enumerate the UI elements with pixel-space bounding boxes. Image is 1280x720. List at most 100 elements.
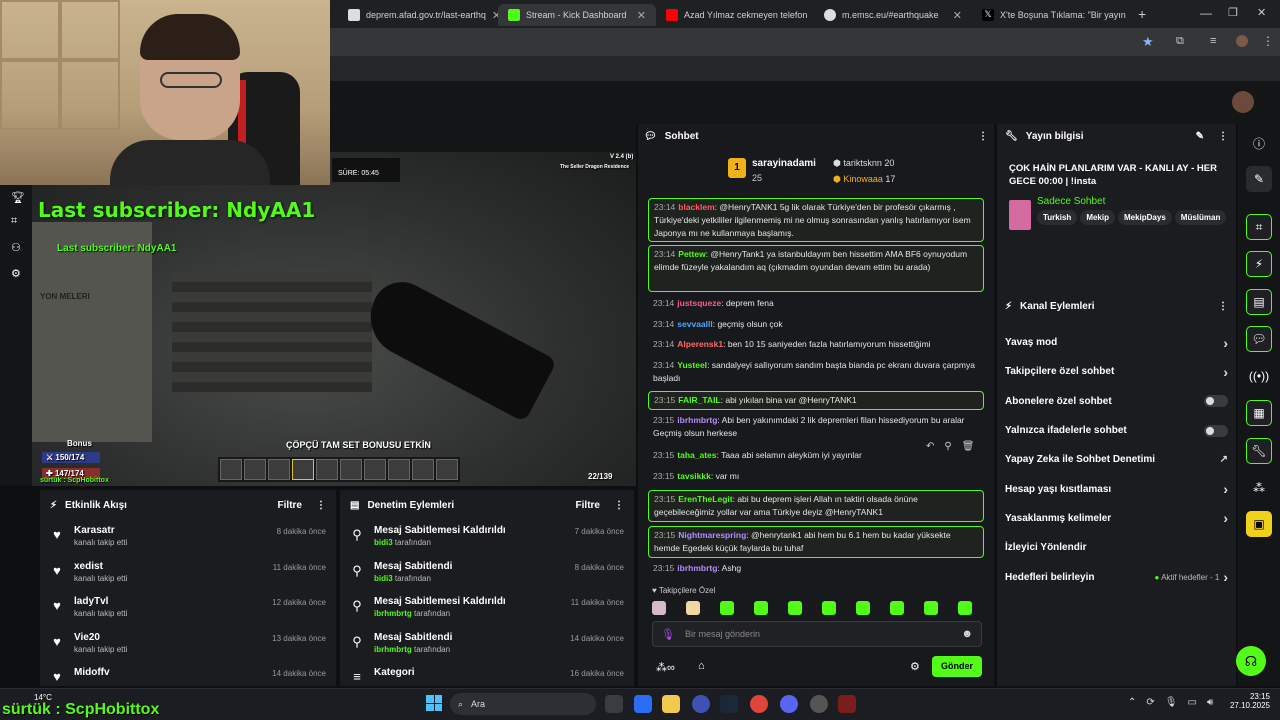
tag[interactable]: Mekip [1080,210,1115,225]
more-icon[interactable]: ⋮ [1218,131,1228,142]
list-item[interactable]: ♥ Karasatr kanalı takip etti 8 dakika önce [40,520,336,556]
account-age-row[interactable]: Hesap yaşı kısıtlaması › [997,474,1236,503]
list-item[interactable]: ⚲ Mesaj Sabitlemesi Kaldırıldı bidi3 taraf… [340,520,634,556]
top-gifter-2[interactable]: ⬢ tariktsknn 20 [833,158,894,169]
tab-afad[interactable]: deprem.afad.gov.tr/last-earthq ✕ [338,4,498,26]
send-button[interactable]: Gönder [932,656,982,677]
tab-x[interactable]: 𝕏 X'te Boşuna Tıklama: "Bir yayın ✕ [972,4,1130,26]
list-item[interactable]: ⚲ Mesaj Sabitlemesi Kaldırıldı ibrhmbrtg t… [340,591,634,627]
mic-icon[interactable]: 🎙︎ [1165,697,1178,708]
chevron-up-icon[interactable]: ⌃ [1128,697,1136,708]
emote-icon[interactable] [754,601,768,615]
weather-widget[interactable]: 14°C [34,693,52,702]
scan-icon[interactable]: ⌗ [11,215,17,228]
game-icon[interactable] [838,695,856,713]
slow-mode-row[interactable]: Yavaş mod › [997,328,1236,357]
mic-icon[interactable]: 🎙︎ [661,628,675,641]
list-item[interactable]: ⚲ Mesaj Sabitlendi bidi3 tarafından 8 dakik… [340,556,634,592]
chat-message[interactable]: 23:15 FAIR_TAIL: abi yıkılan bina var @He… [648,391,984,410]
new-tab-icon[interactable]: + [1138,6,1146,22]
subscribers-only-toggle[interactable] [1204,395,1228,408]
emote-only-toggle[interactable] [1204,424,1228,437]
chat-message[interactable]: 23:15 Nightmarespring: @henrytank1 abi he… [648,526,984,558]
edit-icon[interactable]: ✎ [1246,166,1272,192]
chat-message[interactable]: 23:15 taha_ates: Taaa abi selamın aleyküm… [648,449,918,462]
list-item[interactable]: ⚲ Mesaj Sabitlendi ibrhmbrtg tarafından 14 … [340,627,634,663]
settings-gear-icon[interactable]: ⚙ [910,660,920,673]
emote-only-row[interactable]: Yalnızca ifadelerle sohbet [997,416,1236,445]
edit-icon[interactable]: ✎ [1196,131,1204,142]
obs-icon[interactable] [692,695,710,713]
category-thumbnail[interactable] [1009,200,1031,230]
close-icon[interactable]: ✕ [637,9,646,22]
settings-gear-icon[interactable]: ⚙ [11,267,21,280]
media-icon[interactable]: ≡ [1210,35,1216,47]
list-item[interactable]: ♥ Vie20 kanalı takip etti 13 dakika önce [40,627,336,663]
shop-icon[interactable]: ⌂ [698,660,705,672]
chat-message[interactable]: 23:15 ErenTheLegit: abi bu deprem işleri … [648,490,984,522]
tab-youtube[interactable]: Azad Yılmaz cekmeyen telefon ✕ [656,4,814,26]
emote-icon[interactable] [720,601,734,615]
emote-icon[interactable] [890,601,904,615]
app-icon[interactable] [810,695,828,713]
minimize-icon[interactable]: — [1200,6,1212,20]
extensions-icon[interactable]: ⧉ [1176,35,1184,48]
wrench-icon[interactable]: 🔧︎ [1246,438,1272,464]
raid-row[interactable]: İzleyici Yönlendir [997,533,1236,562]
top-gifter-3[interactable]: ⬢ Kinowaaa 17 [833,174,895,185]
clock[interactable]: 23:15 27.10.2025 [1220,692,1270,710]
chat-message[interactable]: 23:15 ibrhmbrtg: Ashg [648,562,984,575]
info-icon[interactable]: ⓘ [1246,130,1272,156]
community-icon[interactable]: ⁂ [1246,475,1272,501]
tag[interactable]: Müslüman [1174,210,1227,225]
ai-moderation-row[interactable]: Yapay Zeka ile Sohbet Denetimi ↗ [997,445,1236,474]
close-icon[interactable]: ✕ [953,9,962,22]
tag[interactable]: MekipDays [1117,210,1172,225]
top-gifter-1[interactable]: sarayinadami [752,158,816,169]
tag[interactable]: Turkish [1037,210,1078,225]
emoji-icon[interactable]: ☻ [961,628,973,640]
document-icon[interactable]: ▤ [1246,289,1272,315]
tab-kick-dashboard[interactable]: Stream - Kick Dashboard ✕ [498,4,656,26]
user-avatar[interactable] [1232,91,1254,113]
goals-row[interactable]: Hedefleri belirleyin ● Aktif hedefler - 1… [997,562,1236,591]
pin-icon[interactable]: ⚲ [944,441,951,452]
more-icon[interactable]: ⋮ [614,500,624,511]
chat-message[interactable]: 23:15 tavsikkk: var mı [648,470,984,483]
steam-icon[interactable] [720,695,738,713]
chrome-icon[interactable] [750,695,768,713]
chat-message[interactable]: 23:14 justsqueze: deprem fena [648,297,984,310]
users-icon[interactable]: ⚇ [11,241,21,254]
emote-icon[interactable] [788,601,802,615]
quick-emote-icon[interactable]: ⁂∞ [656,661,675,674]
emote-icon[interactable] [686,601,700,615]
banned-words-row[interactable]: Yasaklanmış kelimeler › [997,504,1236,533]
filter-button[interactable]: Filtre [576,500,600,511]
chat-message[interactable]: 23:14 blacklem: @HenryTANK1 5g lik olarak… [648,198,984,242]
subscribers-only-row[interactable]: Abonelere özel sohbet [997,387,1236,416]
close-window-icon[interactable]: ✕ [1257,6,1266,19]
reply-icon[interactable]: ↶ [926,441,934,452]
emote-icon[interactable] [652,601,666,615]
network-icon[interactable]: ⟳ [1146,697,1154,708]
emote-icon[interactable] [958,601,972,615]
list-item[interactable]: ♥ xedist kanalı takip etti 11 dakika önce [40,556,336,592]
calculator-icon[interactable] [634,695,652,713]
chat-message[interactable]: 23:14 Yusteel: sandalyeyi sallıyorum sand… [648,359,984,385]
help-support-icon[interactable]: ☊ [1236,646,1266,676]
file-explorer-icon[interactable] [662,695,680,713]
chat-message[interactable]: 23:14 Alperensk1: ben 10 15 saniyeden faz… [648,338,984,351]
chat-input[interactable]: 🎙︎ Bir mesaj gönderin ☻ [652,621,982,647]
followers-only-row[interactable]: Takipçilere özel sohbet › [997,357,1236,386]
trophy-icon[interactable]: 🏆︎ [11,191,25,204]
emote-icon[interactable] [822,601,836,615]
chat-message[interactable]: 23:15 ibrhmbrtg: Abi ben yakınımdaki 2 li… [648,414,984,440]
filter-button[interactable]: Filtre [278,500,302,511]
bolt-icon[interactable]: ⚡︎ [1246,251,1272,277]
restore-icon[interactable]: ❐ [1228,6,1238,19]
tab-emsc[interactable]: m.emsc.eu/#earthquake ✕ [814,4,972,26]
chat-bubble-icon[interactable]: 💬︎ [1246,326,1272,352]
broadcast-icon[interactable]: ((•)) [1246,363,1272,389]
calendar-icon[interactable]: ▣ [1246,511,1272,537]
layout-icon[interactable]: ▦ [1246,400,1272,426]
